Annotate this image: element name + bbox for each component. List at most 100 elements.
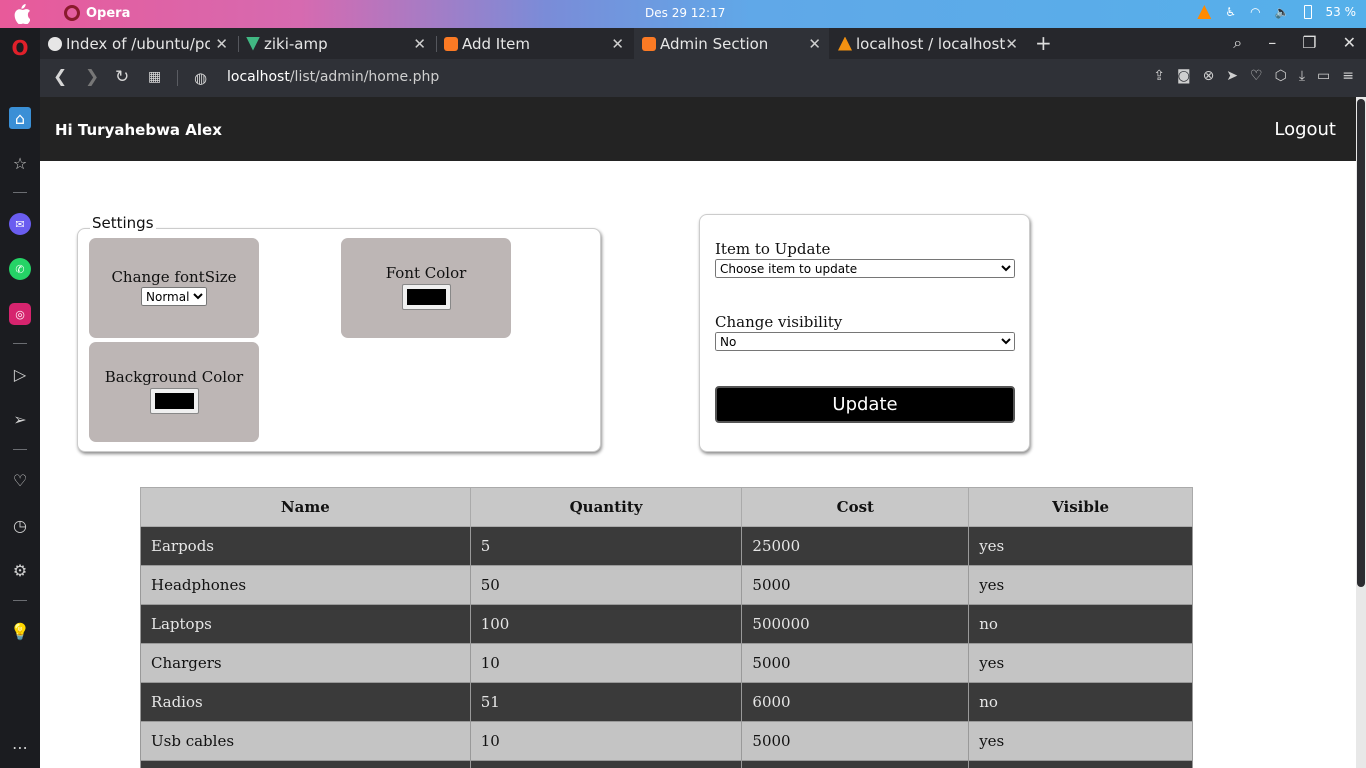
home-icon[interactable]: ⌂ [9, 107, 31, 129]
download-icon[interactable]: ⤓ [1299, 68, 1305, 84]
sidebar-divider [13, 192, 27, 193]
tab-admin-section[interactable]: Admin Section ✕ [634, 28, 829, 59]
cell-quantity: 10 [469, 643, 743, 683]
volume-icon[interactable]: 🔈 [1275, 5, 1290, 19]
cell-name: Radios [140, 682, 471, 722]
minimize-icon[interactable]: – [1268, 33, 1276, 53]
close-icon[interactable]: ✕ [413, 35, 426, 53]
tab-bar: Index of /ubuntu/po ✕ ziki-amp ✕ Add Ite… [40, 28, 1366, 59]
xampp-icon [444, 36, 458, 51]
reload-icon[interactable]: ↻ [115, 67, 129, 87]
close-icon[interactable]: ✕ [215, 35, 228, 53]
heart-icon[interactable]: ♡ [1250, 68, 1263, 84]
forward-icon[interactable]: ❯ [85, 67, 99, 87]
tab-ziki-amp[interactable]: ziki-amp ✕ [238, 28, 434, 59]
page-scrollbar[interactable] [1356, 97, 1366, 768]
close-icon[interactable]: ✕ [808, 35, 821, 53]
cell-cost: 6000 [741, 682, 970, 722]
battery-percent: 53 % [1325, 5, 1357, 19]
extensions-icon[interactable]: ⬡ [1275, 68, 1287, 84]
table-row: Earpods 5 25000 yes [140, 526, 1193, 566]
close-icon[interactable]: ✕ [1005, 35, 1018, 53]
xampp-icon [642, 36, 656, 51]
settings-icon[interactable]: ⚙ [9, 559, 31, 581]
cell-visible: yes [968, 643, 1193, 683]
cell-name: Earpods [140, 526, 471, 566]
wifi-icon[interactable]: ◠ [1250, 5, 1260, 19]
os-top-bar: Opera Des 29 12:17 ♿ ◠ 🔈 53 % [0, 0, 1366, 28]
opera-menu-icon[interactable]: O [9, 36, 31, 60]
tab-title: Add Item [462, 34, 530, 53]
apple-logo-icon[interactable] [12, 4, 30, 24]
cell-visible: yes [968, 565, 1193, 605]
close-window-icon[interactable]: ✕ [1343, 33, 1356, 53]
bookmarks-icon[interactable]: ☆ [9, 152, 31, 174]
send-icon[interactable]: ➤ [1226, 68, 1238, 84]
url-field[interactable]: localhost/list/admin/home.php [227, 69, 439, 85]
font-size-select[interactable]: Normal [141, 287, 207, 306]
player-icon[interactable]: ▷ [9, 363, 31, 385]
header-quantity: Quantity [469, 487, 743, 527]
back-icon[interactable]: ❮ [53, 67, 67, 87]
visibility-select[interactable]: No [715, 332, 1015, 351]
history-icon[interactable]: ◷ [9, 514, 31, 536]
change-visibility-label: Change visibility [715, 313, 843, 331]
adblock-icon[interactable]: ⊗ [1203, 68, 1215, 84]
system-tray: ♿ ◠ 🔈 53 % [1197, 5, 1356, 19]
background-color-tile: Background Color [89, 342, 259, 442]
send-icon[interactable]: ➢ [9, 408, 31, 430]
tab-title: ziki-amp [264, 34, 328, 53]
cell-visible: no [968, 682, 1193, 722]
header-visible: Visible [968, 487, 1193, 527]
tab-title: localhost / localhost / [856, 34, 1006, 53]
header-name: Name [140, 487, 471, 527]
table-header-row: Name Quantity Cost Visible [140, 487, 1193, 527]
more-icon[interactable]: ⋯ [9, 736, 31, 758]
close-icon[interactable]: ✕ [611, 35, 624, 53]
vlc-icon[interactable] [1197, 5, 1212, 19]
cell-cost: 5000 [741, 565, 970, 605]
font-size-tile: Change fontSize Normal [89, 238, 259, 338]
logout-link[interactable]: Logout [1274, 119, 1336, 140]
active-app[interactable]: Opera [64, 5, 130, 21]
tab-title: Admin Section [660, 34, 769, 53]
tab-phpmyadmin[interactable]: localhost / localhost / ✕ [830, 28, 1026, 59]
tab-add-item[interactable]: Add Item ✕ [436, 28, 632, 59]
share-icon[interactable]: ⇪ [1153, 68, 1165, 84]
camera-icon[interactable]: ◙ [1177, 68, 1191, 84]
item-to-update-label: Item to Update [715, 240, 831, 258]
phpmyadmin-icon [838, 36, 852, 51]
background-color-picker[interactable] [149, 388, 199, 414]
search-tabs-icon[interactable]: ⌕ [1233, 33, 1242, 53]
battery-saver-icon[interactable]: ▭ [1317, 68, 1330, 84]
tabs-grid-icon[interactable]: ▦ [148, 69, 161, 85]
font-color-picker[interactable] [401, 284, 451, 310]
site-info-icon[interactable]: ◍ [194, 69, 207, 87]
instagram-icon[interactable]: ◎ [9, 303, 31, 325]
sidebar-divider [13, 600, 27, 601]
table-row [140, 760, 1193, 768]
header-cost: Cost [741, 487, 970, 527]
restore-icon[interactable]: ❐ [1302, 33, 1316, 53]
scrollbar-thumb[interactable] [1357, 99, 1365, 587]
cell-quantity: 51 [469, 682, 743, 722]
globe-icon [48, 36, 62, 51]
battery-icon[interactable] [1303, 5, 1312, 19]
new-tab-button[interactable]: + [1035, 31, 1052, 55]
menu-icon[interactable]: ≡ [1342, 68, 1354, 84]
whatsapp-icon[interactable]: ✆ [9, 258, 31, 280]
heart-icon[interactable]: ♡ [9, 469, 31, 491]
app-name: Opera [86, 5, 131, 21]
page-viewport: Hi Turyahebwa Alex Logout Settings Chang… [40, 97, 1356, 768]
cell-name: Chargers [140, 643, 471, 683]
cell-quantity: 5 [469, 526, 743, 566]
tips-icon[interactable]: 💡 [9, 620, 31, 642]
accessibility-icon[interactable]: ♿ [1225, 5, 1236, 19]
item-select[interactable]: Choose item to update [715, 259, 1015, 278]
tab-index-ubuntu[interactable]: Index of /ubuntu/po ✕ [40, 28, 236, 59]
messenger-icon[interactable]: ✉ [9, 213, 31, 235]
update-button[interactable]: Update [715, 386, 1015, 423]
cell-visible: yes [968, 721, 1193, 761]
cell-empty [741, 760, 970, 768]
clock[interactable]: Des 29 12:17 [645, 6, 725, 20]
